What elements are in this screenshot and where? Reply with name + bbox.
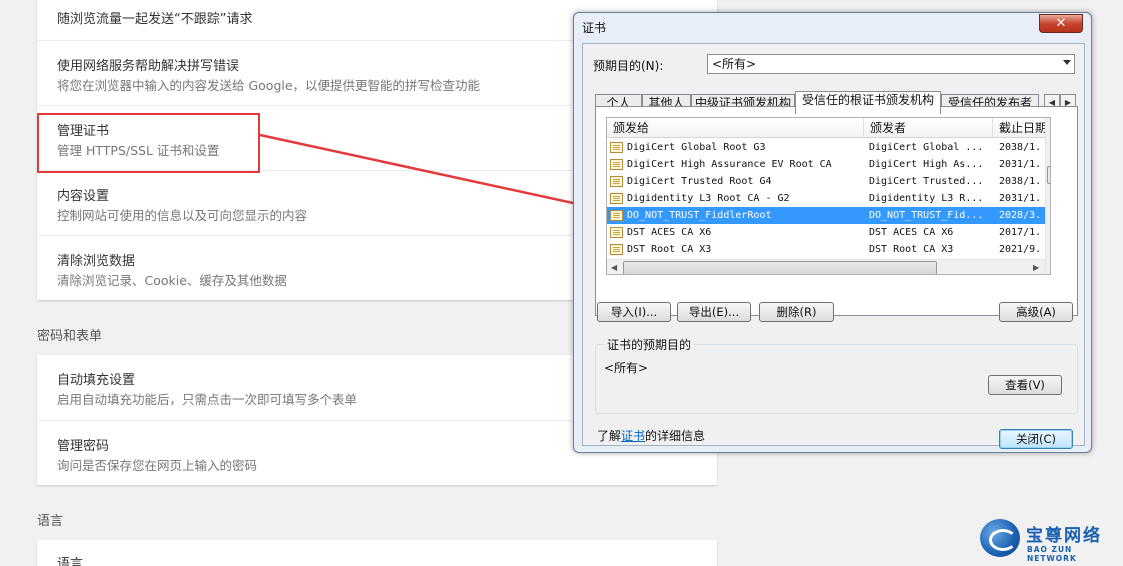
tab-trusted-root-ca[interactable]: 受信任的根证书颁发机构 xyxy=(795,91,941,114)
cell-issued-to: Digidentity L3 Root CA - G2 xyxy=(627,193,790,204)
column-expiration[interactable]: 截止日期 xyxy=(993,118,1045,138)
tab-panel: 颁发给 颁发者 截止日期 DigiCert Global Root G3 Digi… xyxy=(595,106,1078,316)
certificates-link[interactable]: 证书 xyxy=(621,429,645,443)
certificate-icon xyxy=(610,142,623,153)
cell-issued-by: DO_NOT_TRUST_Fid... xyxy=(869,210,984,221)
brand-logo: 宝尊网络 BAO ZUN NETWORK xyxy=(980,519,1120,563)
cell-expiration: 2031/1. xyxy=(999,159,1042,170)
cell-issued-by: DST ACES CA X6 xyxy=(869,227,954,238)
cell-issued-to: DigiCert Trusted Root G4 xyxy=(627,176,772,187)
group-title: 证书的预期目的 xyxy=(604,336,695,353)
cell-issued-to: DST ACES CA X6 xyxy=(627,227,712,238)
scroll-right-icon[interactable]: ▶ xyxy=(1033,263,1039,272)
view-button[interactable]: 查看(V) xyxy=(988,375,1062,395)
scroll-down-icon[interactable]: ▼ xyxy=(1050,245,1051,254)
table-row[interactable]: Digidentity L3 Root CA - G2 Digidentity L… xyxy=(607,190,1045,207)
certificate-icon xyxy=(610,193,623,204)
cell-expiration: 2028/3. xyxy=(999,210,1042,221)
advanced-button[interactable]: 高级(A) xyxy=(999,302,1073,322)
certificate-icon xyxy=(610,244,623,255)
purposes-value: <所有> xyxy=(604,361,649,375)
remove-button[interactable]: 删除(R) xyxy=(759,302,834,322)
intended-purposes-group: 证书的预期目的 <所有> 查看(V) xyxy=(595,336,1078,414)
horizontal-scrollbar[interactable]: ◀ ▶ xyxy=(607,259,1045,274)
dialog-title: 证书 xyxy=(582,21,607,35)
table-row[interactable]: DigiCert Trusted Root G4 DigiCert Trusted… xyxy=(607,173,1045,190)
chevron-down-icon xyxy=(1063,60,1071,65)
column-issued-by[interactable]: 颁发者 xyxy=(864,118,993,138)
certificate-icon xyxy=(610,227,623,238)
cell-issued-by: Digidentity L3 R... xyxy=(869,193,984,204)
close-icon[interactable]: ✕ xyxy=(1039,14,1083,33)
learn-prefix: 了解 xyxy=(597,429,622,443)
scroll-up-icon[interactable]: ▲ xyxy=(1050,121,1051,130)
cell-issued-by: DigiCert Global ... xyxy=(869,142,984,153)
table-row[interactable]: DST Root CA X3 DST Root CA X3 2021/9. xyxy=(607,241,1045,258)
cell-issued-by: DigiCert Trusted... xyxy=(869,176,984,187)
purpose-select[interactable]: <所有> xyxy=(707,54,1075,74)
purpose-value: <所有> xyxy=(712,57,757,71)
close-button[interactable]: 关闭(C) xyxy=(999,429,1073,449)
cell-issued-by: DST Root CA X3 xyxy=(869,244,954,255)
logo-text-cn: 宝尊网络 xyxy=(1026,526,1102,546)
learn-suffix: 的详细信息 xyxy=(645,429,706,443)
table-row[interactable]: DST ACES CA X6 DST ACES CA X6 2017/1. xyxy=(607,224,1045,241)
cell-issued-to: DO_NOT_TRUST_FiddlerRoot xyxy=(627,210,772,221)
certificate-icon xyxy=(610,210,623,221)
logo-icon xyxy=(980,519,1020,557)
cell-issued-to: DigiCert High Assurance EV Root CA xyxy=(627,159,832,170)
scroll-left-icon[interactable]: ◀ xyxy=(611,263,617,272)
table-row[interactable]: DO_NOT_TRUST_FiddlerRoot DO_NOT_TRUST_Fid… xyxy=(607,207,1045,224)
cell-issued-to: DST Root CA X3 xyxy=(627,244,712,255)
logo-text-en: BAO ZUN NETWORK xyxy=(1027,545,1077,563)
vertical-scrollbar[interactable]: ▲ ▼ xyxy=(1045,118,1051,274)
certificate-icon xyxy=(610,159,623,170)
certificate-list[interactable]: 颁发给 颁发者 截止日期 DigiCert Global Root G3 Digi… xyxy=(606,117,1051,275)
import-button[interactable]: 导入(I)... xyxy=(597,302,671,322)
scroll-thumb[interactable] xyxy=(623,261,937,274)
list-header: 颁发给 颁发者 截止日期 xyxy=(607,118,1045,138)
purpose-label: 预期目的(N): xyxy=(593,59,664,73)
cell-expiration: 2031/1. xyxy=(999,193,1042,204)
cell-expiration: 2017/1. xyxy=(999,227,1042,238)
screenshot: 随浏览流量一起发送“不跟踪”请求 使用网络服务帮助解决拼写错误 将您在浏览器中输… xyxy=(0,0,1123,566)
certificate-icon xyxy=(610,176,623,187)
scroll-thumb[interactable] xyxy=(1047,166,1050,184)
column-issued-to[interactable]: 颁发给 xyxy=(607,118,864,138)
cell-expiration: 2038/1. xyxy=(999,142,1042,153)
dialog-body: 预期目的(N): <所有> 个人 其他人 中级证书颁发机构 受信任的根证书颁发机… xyxy=(582,43,1085,449)
table-row[interactable]: DigiCert High Assurance EV Root CA DigiCe… xyxy=(607,156,1045,173)
certificates-dialog: 证书 ✕ 预期目的(N): <所有> 个人 其他人 中级证书颁发机构 受信任的根… xyxy=(573,12,1092,453)
cell-issued-to: DigiCert Global Root G3 xyxy=(627,142,766,153)
learn-more-text: 了解证书的详细信息 xyxy=(597,427,705,444)
export-button[interactable]: 导出(E)... xyxy=(677,302,751,322)
cell-issued-by: DigiCert High As... xyxy=(869,159,984,170)
table-row[interactable]: DigiCert Global Root G3 DigiCert Global .… xyxy=(607,139,1045,156)
cell-expiration: 2038/1. xyxy=(999,176,1042,187)
cell-expiration: 2021/9. xyxy=(999,244,1042,255)
